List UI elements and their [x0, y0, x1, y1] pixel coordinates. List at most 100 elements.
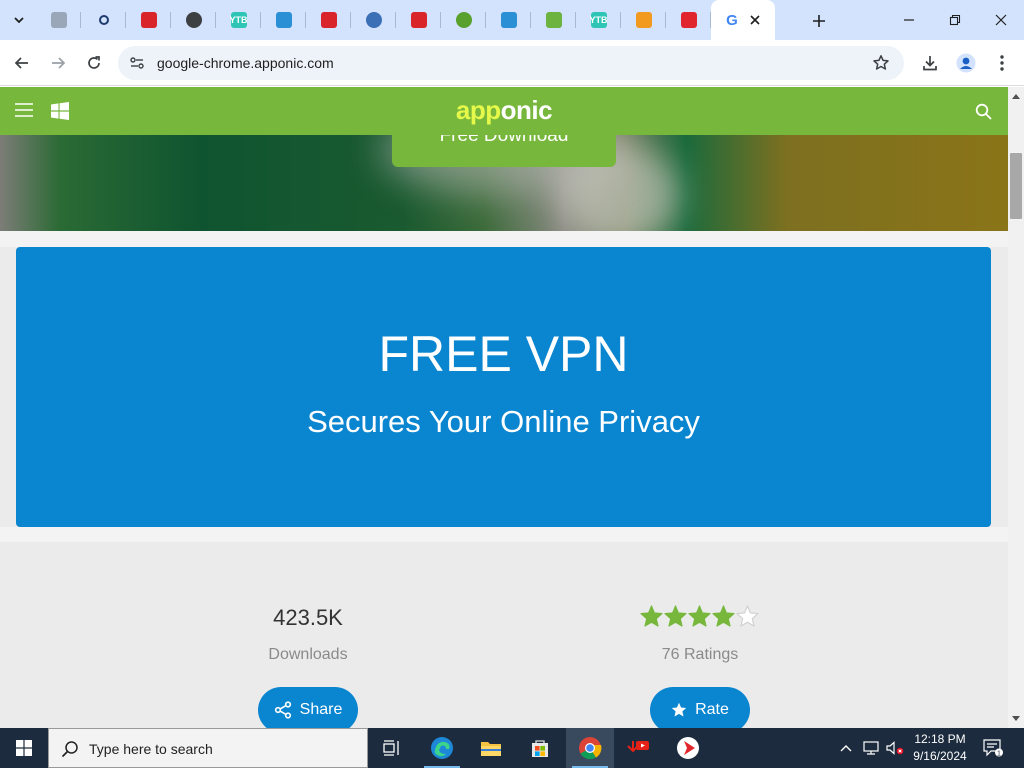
- edge-icon: [431, 737, 453, 759]
- browser-tab[interactable]: [306, 0, 351, 40]
- red-download-icon: [140, 12, 157, 28]
- taskbar-file-explorer[interactable]: [467, 728, 515, 768]
- clock-time: 12:18 PM: [914, 732, 966, 746]
- downloads-count: 423.5K: [273, 605, 343, 630]
- browser-tab[interactable]: [36, 0, 81, 40]
- profile-button[interactable]: [952, 49, 980, 77]
- chat-bubble-icon: [365, 12, 382, 28]
- show-hidden-icons-button[interactable]: [836, 728, 856, 768]
- reload-button[interactable]: [80, 49, 108, 77]
- apponic-logo[interactable]: apponic: [0, 95, 1008, 126]
- hero-banner: Free Download: [0, 135, 1008, 231]
- minimize-icon: [904, 19, 914, 21]
- browser-tab[interactable]: [261, 0, 306, 40]
- star-filled-icon[interactable]: [664, 605, 687, 627]
- browser-tab[interactable]: [126, 0, 171, 40]
- chevron-up-icon: [840, 745, 852, 752]
- triangle-up-icon: [1012, 94, 1020, 99]
- browser-tab[interactable]: [81, 0, 126, 40]
- browser-tab[interactable]: [396, 0, 441, 40]
- reload-icon: [88, 56, 100, 69]
- browser-tab[interactable]: [621, 0, 666, 40]
- windows-start-icon: [16, 740, 32, 756]
- vpn-promo-banner[interactable]: FREE VPN Secures Your Online Privacy: [16, 247, 991, 527]
- browser-tab[interactable]: YTB: [216, 0, 261, 40]
- star-empty-icon[interactable]: [736, 605, 759, 627]
- browser-tab[interactable]: G: [711, 0, 775, 40]
- section-spacer: [0, 231, 1008, 247]
- volume-tray[interactable]: [884, 728, 906, 768]
- rating-stars[interactable]: [640, 605, 759, 627]
- notifications-button[interactable]: 1: [980, 728, 1006, 768]
- url-text[interactable]: google-chrome.apponic.com: [157, 55, 334, 71]
- taskbar-store[interactable]: [516, 728, 564, 768]
- folder-icon: [481, 742, 501, 756]
- star-filled-icon[interactable]: [688, 605, 711, 627]
- share-button[interactable]: Share: [258, 687, 358, 728]
- system-clock[interactable]: 12:18 PM 9/16/2024: [906, 731, 974, 765]
- scroll-thumb[interactable]: [1010, 153, 1022, 219]
- bookmark-star-icon[interactable]: [872, 54, 890, 72]
- browser-tab[interactable]: [531, 0, 576, 40]
- taskbar-search-box[interactable]: Type here to search: [48, 728, 368, 768]
- forward-arrow-icon: [52, 57, 66, 69]
- plus-icon: [813, 15, 825, 27]
- downloads-button[interactable]: [916, 49, 944, 77]
- back-arrow-icon: [14, 57, 28, 69]
- new-tab-button[interactable]: [806, 8, 832, 34]
- rate-button[interactable]: Rate: [650, 687, 750, 728]
- ratings-count: 76 Ratings: [661, 646, 739, 663]
- task-view-button[interactable]: [368, 728, 416, 768]
- search-icon: [98, 15, 109, 25]
- star-filled-icon[interactable]: [640, 605, 663, 627]
- green-cloud-icon: [455, 12, 472, 28]
- close-tab-icon[interactable]: [747, 12, 763, 28]
- logo-suffix: onic: [500, 95, 553, 125]
- search-icon: [61, 741, 78, 758]
- screen: YTB YTB G google-chrome.apponic.com appo…: [0, 0, 1024, 768]
- globe-icon: [185, 12, 202, 28]
- restore-button[interactable]: [932, 0, 978, 40]
- browser-tab[interactable]: [666, 0, 711, 40]
- network-tray[interactable]: [860, 728, 882, 768]
- browser-tab[interactable]: [171, 0, 216, 40]
- page-scrollbar[interactable]: [1008, 87, 1024, 728]
- generic-page-icon: [50, 12, 67, 28]
- site-settings-icon[interactable]: [128, 54, 146, 72]
- scroll-down-arrow[interactable]: [1008, 712, 1024, 726]
- notification-count: 1: [997, 750, 1001, 757]
- more-vert-icon: [1000, 55, 1004, 71]
- browser-tab[interactable]: [351, 0, 396, 40]
- taskbar-chrome[interactable]: [566, 728, 614, 768]
- taskbar-video-app[interactable]: [664, 728, 712, 768]
- youtube-downloader-icon: [627, 741, 649, 753]
- red-play-icon: [680, 12, 697, 28]
- browser-tab[interactable]: [441, 0, 486, 40]
- blue-arrow-icon: [500, 12, 517, 28]
- red-download-icon: [410, 12, 427, 28]
- triangle-down-icon: [1012, 716, 1020, 721]
- address-bar[interactable]: google-chrome.apponic.com: [118, 46, 904, 80]
- menu-button[interactable]: [988, 49, 1016, 77]
- back-button[interactable]: [8, 49, 36, 77]
- chevron-down-icon: [14, 17, 24, 24]
- site-header: apponic: [0, 87, 1008, 135]
- chrome-icon: [579, 737, 602, 760]
- minimize-button[interactable]: [886, 0, 932, 40]
- forward-button[interactable]: [44, 49, 72, 77]
- windows-taskbar: Type here to search 12:18 PM 9/16/2024 1: [0, 728, 1024, 768]
- star-filled-icon[interactable]: [712, 605, 735, 627]
- store-bag-icon: [532, 740, 548, 757]
- scroll-up-arrow[interactable]: [1008, 89, 1024, 103]
- free-download-button[interactable]: Free Download: [392, 135, 616, 167]
- red-play-app-icon: [677, 737, 699, 759]
- search-icon[interactable]: [975, 103, 992, 120]
- browser-tab[interactable]: YTB: [576, 0, 621, 40]
- start-button[interactable]: [0, 728, 48, 768]
- profile-avatar-icon: [956, 53, 976, 73]
- close-window-button[interactable]: [978, 0, 1024, 40]
- tab-search-button[interactable]: [6, 7, 32, 33]
- taskbar-edge[interactable]: [418, 728, 466, 768]
- taskbar-youtube-app[interactable]: [614, 728, 662, 768]
- browser-tab[interactable]: [486, 0, 531, 40]
